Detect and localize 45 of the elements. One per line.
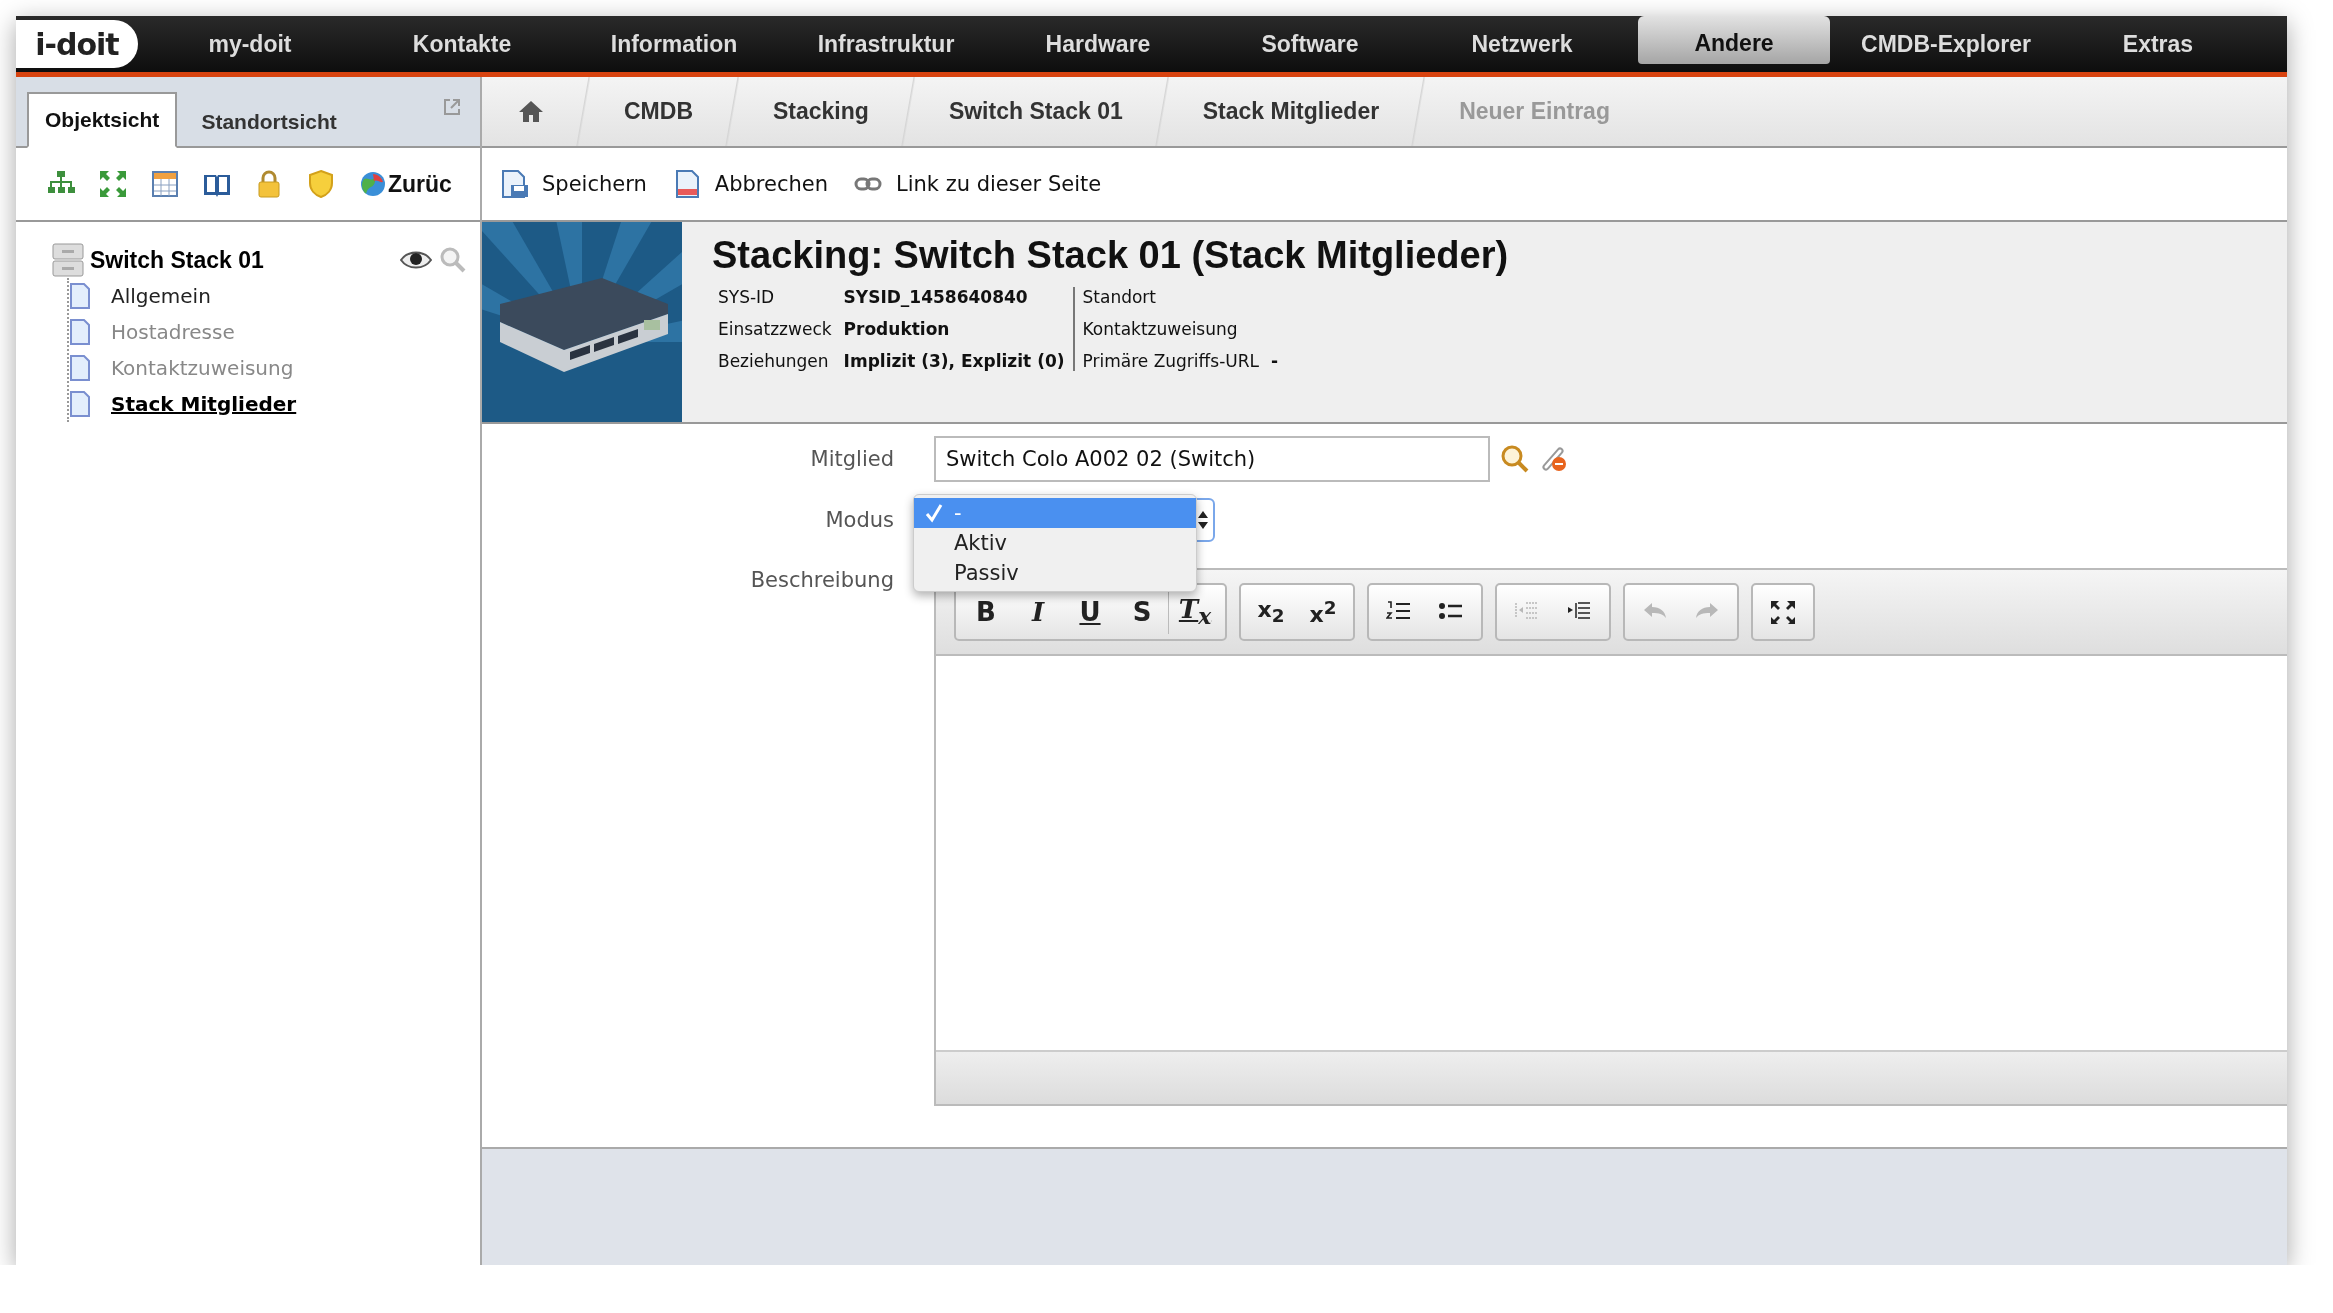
field-value: Implizit (3), Explizit (0)	[843, 351, 1065, 371]
tree-item[interactable]: Hostadresse	[111, 320, 235, 344]
script-button[interactable]: x$_{2}$	[1245, 590, 1297, 634]
field-label: Beschreibung	[750, 568, 894, 592]
script-button[interactable]: x$^{2}$	[1297, 590, 1349, 634]
underline-button[interactable]: U	[1064, 590, 1116, 634]
tree-item[interactable]: Kontaktzuweisung	[111, 356, 294, 380]
save-button[interactable]: Speichern	[500, 169, 647, 199]
link-button[interactable]: Link zu dieser Seite	[853, 171, 1102, 197]
field-label: Standort	[1082, 287, 1156, 307]
menu-tab[interactable]: Hardware	[992, 16, 1204, 72]
dropdown-option[interactable]: Aktiv	[914, 528, 1196, 558]
menu-tab[interactable]: Extras	[2052, 16, 2264, 72]
view-tab[interactable]: Objektsicht	[27, 92, 178, 148]
logo[interactable]: i-doit	[16, 20, 138, 68]
menu-tab[interactable]: Andere	[1638, 16, 1830, 64]
member-input[interactable]: Switch Colo A002 02 (Switch)	[934, 436, 1490, 482]
field-label: SYS-ID	[718, 287, 776, 307]
tree-item[interactable]: Allgemein	[111, 284, 211, 308]
page-title: Stacking: Switch Stack 01 (Stack Mitglieder)	[712, 234, 1509, 277]
strikethrough-button[interactable]: S	[1116, 590, 1169, 634]
field-label: Mitglied	[810, 447, 894, 471]
field-label: Primäre Zugriffs-URL	[1082, 351, 1259, 371]
menu-tab[interactable]: CMDB-Explorer	[1840, 16, 2052, 72]
tree-item[interactable]: Switch Stack 01	[90, 246, 264, 274]
view-tab[interactable]: Standortsicht	[183, 96, 355, 148]
menu-tab[interactable]: Kontakte	[356, 16, 568, 72]
field-label: Modus	[825, 508, 894, 532]
field-value: SYSID_1458640840	[843, 287, 1029, 307]
menu-tab[interactable]: my-doit	[144, 16, 356, 72]
bold-button[interactable]: B	[960, 590, 1012, 634]
menu-tab[interactable]: Netzwerk	[1416, 16, 1628, 72]
italic-button[interactable]: I	[1012, 590, 1064, 634]
clear-format-button[interactable]: T$_{x}$	[1169, 590, 1221, 634]
field-label: Einsatzzweck	[718, 319, 832, 339]
menu-tab[interactable]: Software	[1204, 16, 1416, 72]
menu-tab[interactable]: Infrastruktur	[780, 16, 992, 72]
cancel-button[interactable]: Abbrechen	[672, 169, 828, 199]
back-link[interactable]: Zurüc	[388, 170, 452, 198]
tree-item[interactable]: Stack Mitglieder	[111, 392, 297, 416]
field-label: Beziehungen	[718, 351, 830, 371]
menu-tab[interactable]: Information	[568, 16, 780, 72]
field-label: Kontaktzuweisung	[1082, 319, 1238, 339]
field-value: -	[1271, 351, 1279, 371]
field-value: Produktion	[843, 319, 951, 339]
